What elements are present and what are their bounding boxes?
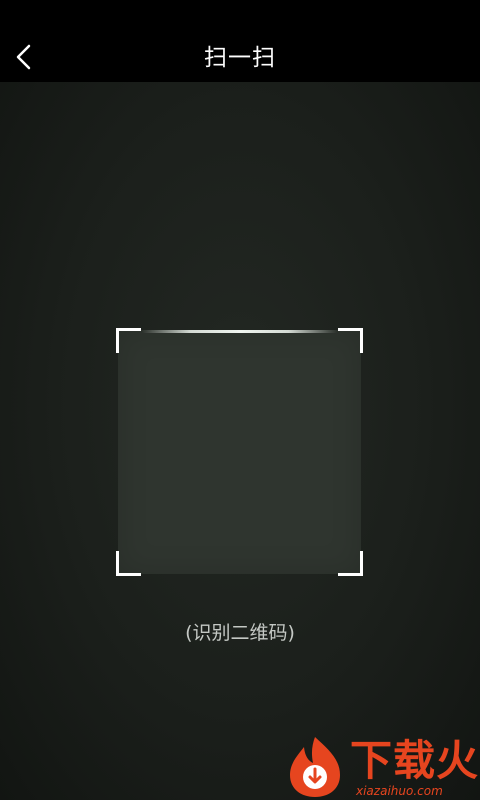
scan-corner-top-left	[116, 328, 141, 353]
scan-corner-top-right	[338, 328, 363, 353]
page-title: 扫一扫	[204, 45, 276, 71]
scan-line	[142, 330, 337, 333]
scan-corner-bottom-right	[338, 551, 363, 576]
download-flame-logo-icon	[290, 737, 340, 797]
top-bar: 扫一扫	[0, 0, 480, 82]
scan-frame	[116, 328, 363, 576]
scan-corner-bottom-left	[116, 551, 141, 576]
watermark: 下载火 xiazaihuo.com	[268, 735, 480, 800]
watermark-brand: 下载火	[350, 736, 480, 785]
scan-hint-text: (识别二维码)	[185, 622, 295, 644]
watermark-url: xiazaihuo.com	[356, 784, 443, 798]
